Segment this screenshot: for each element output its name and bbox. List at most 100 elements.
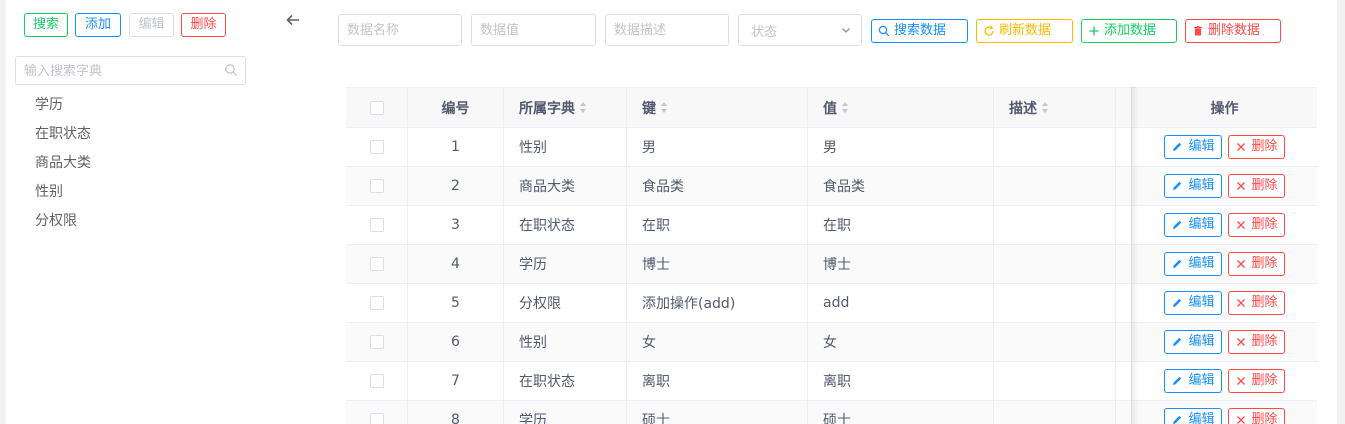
row-key: 硕士 (627, 401, 808, 424)
tree-node-employment-status[interactable]: 在职状态 (35, 121, 91, 150)
add-data-button[interactable]: 添加数据 (1081, 19, 1177, 43)
row-edit-button[interactable]: 编辑 (1164, 213, 1222, 237)
row-ops: 编辑 删除 (1132, 128, 1317, 166)
row-edit-button[interactable]: 编辑 (1164, 174, 1222, 198)
dict-add-button[interactable]: 添加 (75, 13, 121, 37)
row-delete-button[interactable]: 删除 (1227, 252, 1285, 276)
pencil-icon (1173, 376, 1182, 385)
row-edit-label: 编辑 (1188, 412, 1215, 424)
header-value[interactable]: 值 (808, 88, 994, 127)
row-delete-button[interactable]: 删除 (1227, 213, 1285, 237)
delete-data-label: 删除数据 (1208, 23, 1261, 38)
search-data-button[interactable]: 搜索数据 (871, 19, 968, 43)
dict-search-box (15, 56, 246, 85)
pencil-icon (1173, 181, 1182, 190)
row-delete-button[interactable]: 删除 (1227, 330, 1285, 354)
data-desc-input[interactable] (614, 21, 714, 39)
row-delete-label: 删除 (1251, 139, 1278, 154)
row-checkbox[interactable] (369, 296, 384, 310)
row-delete-label: 删除 (1251, 178, 1278, 193)
chevron-down-icon (842, 28, 850, 33)
pencil-icon (1173, 220, 1182, 229)
row-edit-button[interactable]: 编辑 (1164, 135, 1222, 159)
row-edit-button[interactable]: 编辑 (1164, 252, 1222, 276)
tree-node-product-category[interactable]: 商品大类 (35, 150, 91, 179)
pencil-icon (1173, 259, 1182, 268)
row-edit-button[interactable]: 编辑 (1164, 330, 1222, 354)
row-select-cell (346, 167, 408, 205)
table-row: 5 分权限 添加操作(add) add 编辑 删除 (346, 284, 1317, 323)
close-icon (1236, 221, 1245, 229)
row-ops: 编辑 删除 (1132, 206, 1317, 244)
table-row: 4 学历 博士 博士 编辑 删除 (346, 245, 1317, 284)
row-delete-label: 删除 (1251, 295, 1278, 310)
row-ops: 编辑 删除 (1132, 323, 1317, 361)
row-edit-label: 编辑 (1188, 295, 1215, 310)
row-value: 男 (808, 128, 994, 166)
row-delete-label: 删除 (1251, 217, 1278, 232)
row-checkbox[interactable] (369, 335, 384, 349)
data-value-input[interactable] (480, 21, 580, 39)
row-checkbox[interactable] (369, 140, 384, 154)
sort-icon[interactable] (842, 102, 849, 113)
row-checkbox[interactable] (369, 257, 384, 271)
plus-icon (1089, 26, 1099, 36)
row-ops: 编辑 删除 (1132, 167, 1317, 205)
header-key-label: 键 (642, 100, 656, 117)
row-value: 食品类 (808, 167, 994, 205)
tree-node-permission[interactable]: 分权限 (35, 208, 91, 237)
search-icon (225, 64, 237, 76)
row-desc (994, 323, 1116, 361)
row-delete-button[interactable]: 删除 (1227, 291, 1285, 315)
row-dict: 性别 (504, 323, 627, 361)
header-dict[interactable]: 所属字典 (504, 88, 627, 127)
dict-edit-button[interactable]: 编辑 (129, 13, 174, 37)
row-select-cell (346, 206, 408, 244)
row-no: 8 (408, 401, 504, 424)
row-delete-button[interactable]: 删除 (1227, 369, 1285, 393)
select-all-checkbox[interactable] (369, 100, 384, 115)
row-edit-button[interactable]: 编辑 (1164, 291, 1222, 315)
refresh-data-button[interactable]: 刷新数据 (976, 19, 1073, 43)
table-header-row: 编号 所属字典 键 值 描述 操作 (346, 88, 1317, 128)
collapse-arrow-icon[interactable] (286, 12, 302, 32)
close-icon (1236, 260, 1245, 268)
row-select-cell (346, 401, 408, 424)
row-checkbox[interactable] (369, 374, 384, 388)
row-edit-button[interactable]: 编辑 (1164, 369, 1222, 393)
dict-search-button[interactable]: 搜索 (24, 13, 68, 37)
row-checkbox[interactable] (369, 413, 384, 424)
table-body: 1 性别 男 男 编辑 删除 2 商品大类 食品类 食品类 编辑 删除 3 在职… (346, 128, 1317, 424)
sort-icon[interactable] (661, 102, 668, 113)
row-desc (994, 284, 1116, 322)
sort-icon[interactable] (1042, 102, 1049, 113)
row-key: 在职 (627, 206, 808, 244)
row-gap (1116, 284, 1132, 322)
row-edit-button[interactable]: 编辑 (1164, 408, 1222, 424)
row-gap (1116, 323, 1132, 361)
delete-data-button[interactable]: 删除数据 (1185, 19, 1281, 43)
header-select-all (346, 88, 408, 127)
tree-node-education[interactable]: 学历 (35, 92, 91, 121)
row-delete-button[interactable]: 删除 (1227, 135, 1285, 159)
close-icon (1236, 338, 1245, 346)
header-desc[interactable]: 描述 (994, 88, 1116, 127)
table-row: 8 学历 硕士 硕士 编辑 删除 (346, 401, 1317, 424)
row-delete-button[interactable]: 删除 (1227, 408, 1285, 424)
header-key[interactable]: 键 (627, 88, 808, 127)
dict-search-input[interactable] (24, 62, 214, 80)
row-desc (994, 362, 1116, 400)
status-select[interactable]: 状态 (738, 14, 862, 46)
header-no: 编号 (408, 88, 504, 127)
row-value: add (808, 284, 994, 322)
data-name-input[interactable] (347, 21, 447, 39)
row-delete-button[interactable]: 删除 (1227, 174, 1285, 198)
tree-node-gender[interactable]: 性别 (35, 179, 91, 208)
row-desc (994, 128, 1116, 166)
row-gap (1116, 245, 1132, 283)
row-checkbox[interactable] (369, 179, 384, 193)
dict-delete-button[interactable]: 删除 (181, 13, 226, 37)
sort-icon[interactable] (580, 102, 587, 113)
row-checkbox[interactable] (369, 218, 384, 232)
close-icon (1236, 377, 1245, 385)
